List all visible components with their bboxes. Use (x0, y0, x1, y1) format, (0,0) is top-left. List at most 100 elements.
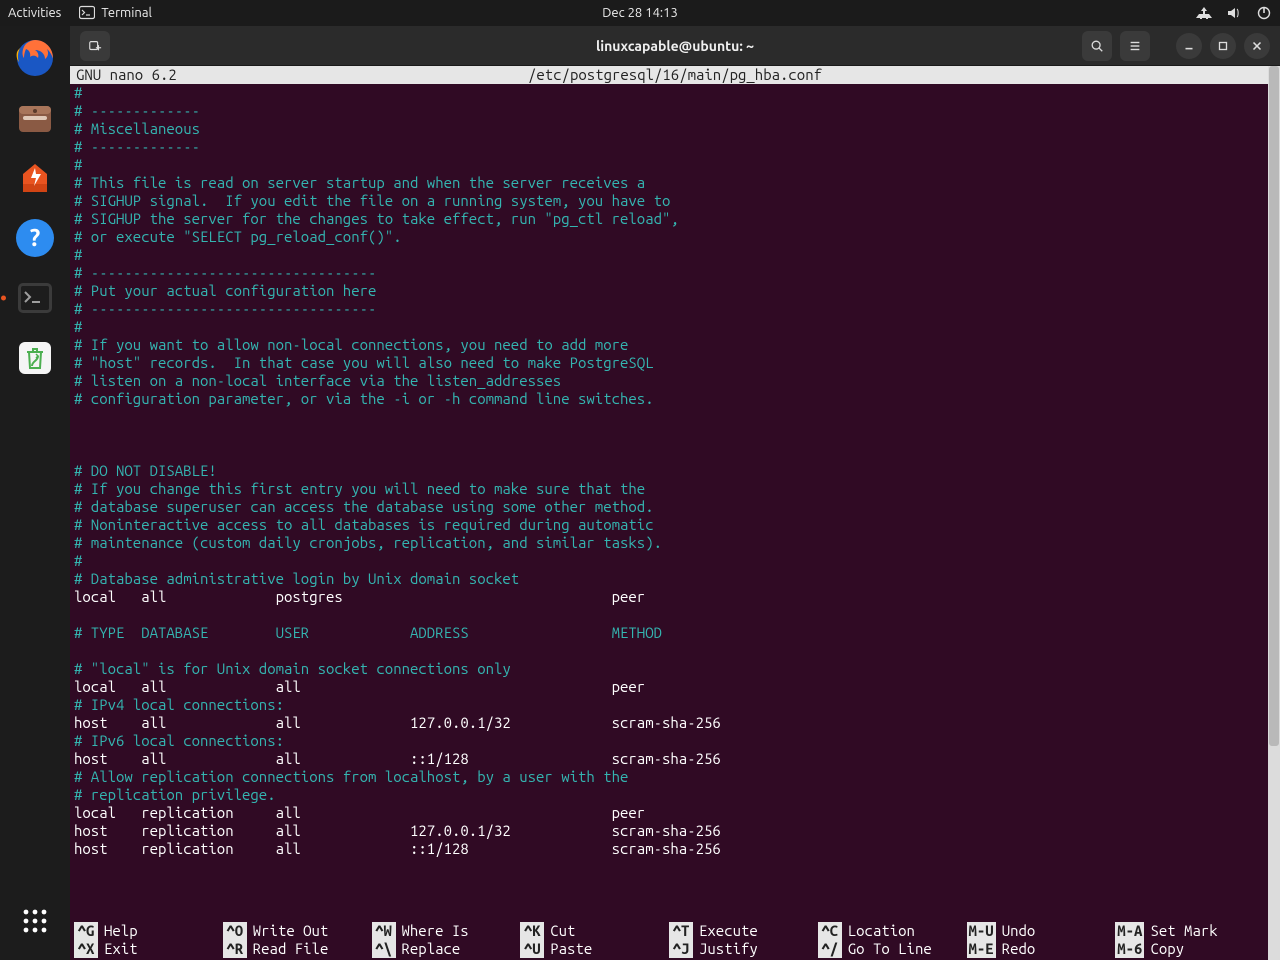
comment-line: # (74, 156, 1276, 174)
shortcut-label: Write Out (253, 922, 329, 940)
nano-shortcut: M-E Redo (967, 940, 1116, 958)
shortcut-label: Copy (1150, 940, 1184, 958)
comment-line: # Noninteractive access to all databases… (74, 516, 1276, 534)
nano-shortcut: ^\ Replace (372, 940, 521, 958)
config-line: local replication all peer (74, 804, 1276, 822)
dock-trash[interactable] (9, 332, 61, 384)
nano-shortcut: M-UUndo (967, 922, 1116, 940)
comment-line: # listen on a non-local interface via th… (74, 372, 1276, 390)
minimize-button[interactable] (1176, 33, 1202, 59)
menu-button[interactable] (1120, 31, 1150, 61)
shortcut-key: ^G (74, 922, 98, 940)
comment-line: # (74, 246, 1276, 264)
comment-line: # configuration parameter, or via the -i… (74, 390, 1276, 408)
comment-line: # ---------------------------------- (74, 300, 1276, 318)
comment-line: # SIGHUP signal. If you edit the file on… (74, 192, 1276, 210)
new-tab-button[interactable] (80, 31, 110, 61)
active-app-label: Terminal (101, 6, 152, 20)
comment-line: # Database administrative login by Unix … (74, 570, 1276, 588)
config-line: host all all ::1/128 scram-sha-256 (74, 750, 1276, 768)
comment-line: # ---------------------------------- (74, 264, 1276, 282)
shortcut-key: ^W (372, 922, 396, 940)
shortcut-label: Where Is (402, 922, 469, 940)
dock: ? (0, 26, 70, 960)
nano-shortcut: ^OWrite Out (223, 922, 372, 940)
config-line (74, 426, 1276, 444)
dock-firefox[interactable] (9, 32, 61, 84)
terminal-icon (79, 5, 95, 21)
comment-line: # (74, 318, 1276, 336)
show-applications-button[interactable] (14, 900, 56, 942)
dock-software[interactable] (9, 152, 61, 204)
comment-line: # IPv4 local connections: (74, 696, 1276, 714)
search-button[interactable] (1082, 31, 1112, 61)
config-line (74, 642, 1276, 660)
nano-titlebar: GNU nano 6.2 /etc/postgresql/16/main/pg_… (70, 66, 1280, 84)
nano-shortcut: ^/ Go To Line (818, 940, 967, 958)
power-icon[interactable] (1256, 5, 1272, 21)
window-title: linuxcapable@ubuntu: ~ (596, 38, 754, 54)
nano-shortcut: ^C Location (818, 922, 967, 940)
comment-line: # ------------- (74, 138, 1276, 156)
shortcut-label: Redo (1002, 940, 1036, 958)
nano-shortcut: ^U Paste (520, 940, 669, 958)
scrollbar-thumb[interactable] (1269, 66, 1279, 746)
comment-line: # If you want to allow non-local connect… (74, 336, 1276, 354)
comment-line: # Allow replication connections from loc… (74, 768, 1276, 786)
shortcut-key: ^U (520, 940, 544, 958)
dock-files[interactable] (9, 92, 61, 144)
shortcut-key: M-E (967, 940, 996, 958)
active-app-indicator[interactable]: Terminal (79, 5, 152, 21)
comment-line: # Put your actual configuration here (74, 282, 1276, 300)
shortcut-key: ^R (223, 940, 247, 958)
comment-line: # DO NOT DISABLE! (74, 462, 1276, 480)
comment-line: # maintenance (custom daily cronjobs, re… (74, 534, 1276, 552)
svg-text:?: ? (30, 224, 41, 251)
shortcut-key: ^T (669, 922, 693, 940)
comment-line: # This file is read on server startup an… (74, 174, 1276, 192)
window-titlebar: linuxcapable@ubuntu: ~ (70, 26, 1280, 66)
config-line (74, 444, 1276, 462)
nano-shortcut: ^JJustify (669, 940, 818, 958)
nano-shortcut: ^K Cut (520, 922, 669, 940)
shortcut-key: ^K (520, 922, 544, 940)
shortcut-key: ^\ (372, 940, 396, 958)
maximize-button[interactable] (1210, 33, 1236, 59)
config-line: host all all 127.0.0.1/32 scram-sha-256 (74, 714, 1276, 732)
shortcut-key: M-A (1115, 922, 1144, 940)
shortcut-label: Paste (550, 940, 592, 958)
activities-button[interactable]: Activities (8, 6, 61, 20)
volume-icon[interactable] (1226, 5, 1242, 21)
comment-line: # If you change this first entry you wil… (74, 480, 1276, 498)
shortcut-label: Go To Line (848, 940, 932, 958)
config-line (74, 408, 1276, 426)
shortcut-key: M-6 (1115, 940, 1144, 958)
shortcut-label: Location (848, 922, 915, 940)
shortcut-key: ^/ (818, 940, 842, 958)
shortcut-label: Help (104, 922, 138, 940)
shortcut-label: Cut (550, 922, 575, 940)
config-line: local all all peer (74, 678, 1276, 696)
dock-help[interactable]: ? (9, 212, 61, 264)
config-line: host replication all ::1/128 scram-sha-2… (74, 840, 1276, 858)
shortcut-label: Read File (253, 940, 329, 958)
dock-terminal[interactable] (9, 272, 61, 324)
scrollbar[interactable] (1268, 66, 1280, 960)
network-icon[interactable] (1196, 5, 1212, 21)
comment-line: # Miscellaneous (74, 120, 1276, 138)
terminal-viewport[interactable]: GNU nano 6.2 /etc/postgresql/16/main/pg_… (70, 66, 1280, 960)
comment-line: # (74, 552, 1276, 570)
clock[interactable]: Dec 28 14:13 (602, 6, 678, 20)
shortcut-key: ^C (818, 922, 842, 940)
shortcut-label: Replace (402, 940, 461, 958)
config-line: local all postgres peer (74, 588, 1276, 606)
shortcut-label: Set Mark (1150, 922, 1217, 940)
nano-shortcut: M-A Set Mark (1115, 922, 1264, 940)
comment-line: # or execute "SELECT pg_reload_conf()". (74, 228, 1276, 246)
nano-buffer[interactable]: ## -------------# Miscellaneous# -------… (70, 84, 1280, 858)
shortcut-label: Undo (1002, 922, 1036, 940)
close-button[interactable] (1244, 33, 1270, 59)
nano-shortcut: ^W Where Is (372, 922, 521, 940)
nano-shortcut: ^XExit (74, 940, 223, 958)
nano-shortcut-bar: ^GHelp^OWrite Out^WWhere Is^KCut^TExecut… (70, 922, 1268, 960)
